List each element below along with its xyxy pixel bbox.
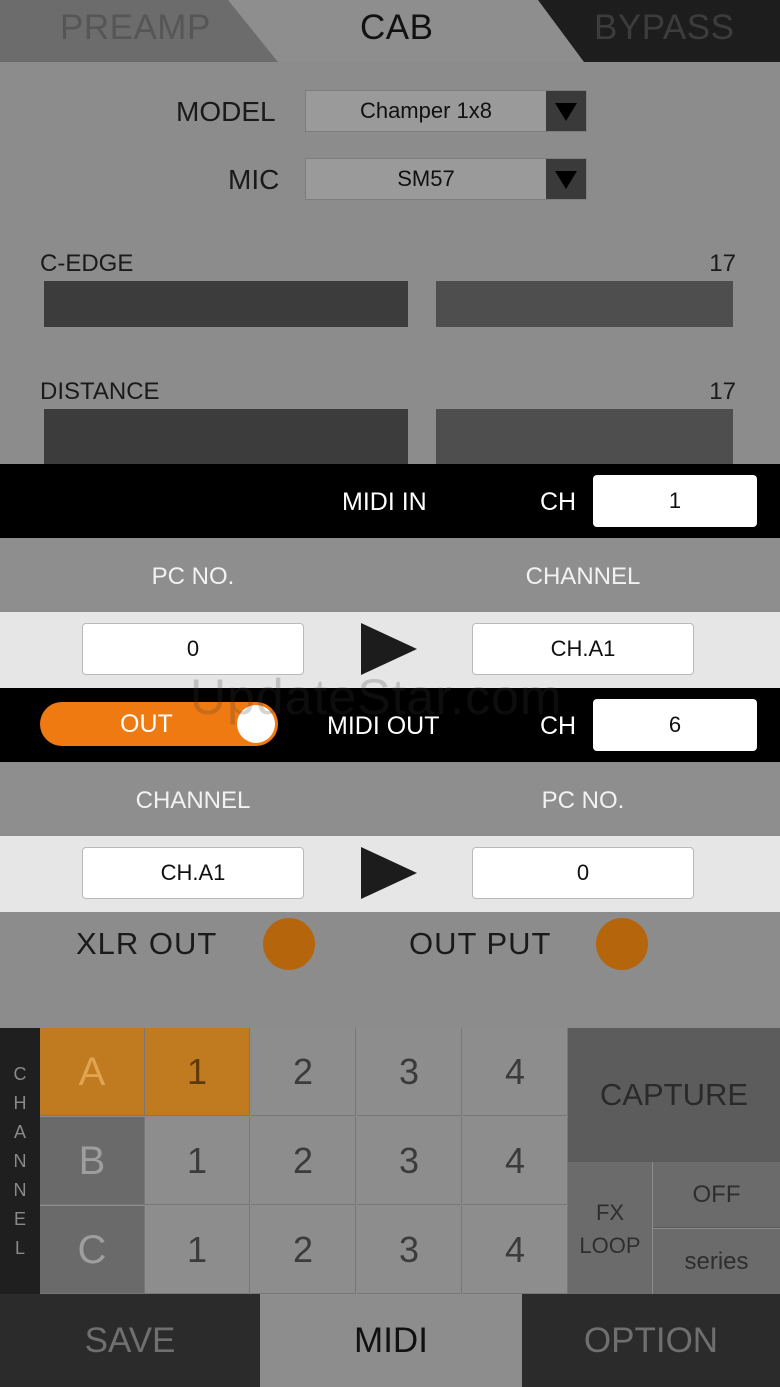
fx-loop-label-line1: FX bbox=[595, 1200, 625, 1225]
c-edge-slider-track-right[interactable] bbox=[436, 281, 733, 327]
channel-strip: C H A N N E L bbox=[0, 1028, 40, 1294]
tab-preamp-label[interactable]: PREAMP bbox=[60, 8, 211, 48]
channel-a4[interactable]: 4 bbox=[463, 1028, 568, 1116]
distance-slider-track-right[interactable] bbox=[436, 409, 733, 464]
fx-loop-label-line2: LOOP bbox=[579, 1233, 641, 1258]
model-label: MODEL bbox=[176, 96, 276, 127]
midi-in-pc-header: PC NO. bbox=[151, 563, 235, 590]
output-label: OUT PUT bbox=[409, 926, 552, 961]
c-edge-value: 17 bbox=[709, 250, 736, 277]
tab-cab-label[interactable]: CAB bbox=[360, 8, 433, 48]
distance-label: DISTANCE bbox=[40, 378, 160, 405]
mic-dropdown[interactable]: SM57 bbox=[305, 158, 587, 200]
midi-out-channel-input[interactable]: CH.A1 bbox=[82, 847, 304, 899]
channel-strip-letter: N bbox=[13, 1151, 27, 1171]
channel-bank-b[interactable]: B bbox=[40, 1117, 145, 1205]
midi-out-pc-header: PC NO. bbox=[541, 787, 625, 814]
play-arrow-icon bbox=[361, 847, 417, 899]
midi-in-ch-label: CH bbox=[540, 488, 577, 516]
channel-b1[interactable]: 1 bbox=[145, 1117, 250, 1205]
model-dropdown[interactable]: Champer 1x8 bbox=[305, 90, 587, 132]
channel-bank-a[interactable]: A bbox=[40, 1028, 145, 1116]
midi-out-pc-input[interactable]: 0 bbox=[472, 847, 694, 899]
nav-midi-button[interactable]: MIDI bbox=[260, 1294, 522, 1387]
nav-option-button[interactable]: OPTION bbox=[522, 1294, 780, 1387]
watermark: UpdateStar.com bbox=[190, 669, 563, 725]
channel-a3[interactable]: 3 bbox=[357, 1028, 462, 1116]
c-edge-slider-thumb[interactable] bbox=[408, 281, 436, 327]
midi-in-channel-header: CHANNEL bbox=[525, 563, 641, 590]
channel-c1[interactable]: 1 bbox=[145, 1206, 250, 1294]
midi-out-header: CHANNEL PC NO. bbox=[0, 762, 780, 838]
channel-strip-letter: N bbox=[13, 1180, 27, 1200]
mic-dropdown-value: SM57 bbox=[397, 166, 455, 191]
channel-strip-letter: H bbox=[13, 1093, 27, 1113]
c-edge-label: C-EDGE bbox=[40, 250, 134, 277]
capture-button[interactable]: CAPTURE bbox=[568, 1028, 780, 1162]
fx-loop-off-button[interactable]: OFF bbox=[653, 1162, 780, 1228]
chevron-down-icon[interactable] bbox=[546, 91, 586, 131]
nav-save-button[interactable]: SAVE bbox=[0, 1294, 260, 1387]
channel-strip-letter: L bbox=[14, 1238, 25, 1258]
distance-value: 17 bbox=[709, 378, 736, 405]
midi-in-bar: MIDI IN CH 1 bbox=[0, 464, 780, 538]
tab-bypass-label[interactable]: BYPASS bbox=[594, 8, 734, 48]
channel-strip-letter: A bbox=[13, 1122, 26, 1142]
fx-loop-label: FX LOOP bbox=[568, 1162, 652, 1294]
output-led[interactable] bbox=[596, 918, 648, 970]
channel-strip-letter: C bbox=[13, 1064, 27, 1084]
midi-out-toggle-label: OUT bbox=[120, 710, 173, 738]
midi-in-ch-input[interactable]: 1 bbox=[593, 475, 757, 527]
xlr-out-led[interactable] bbox=[263, 918, 315, 970]
fx-loop-series-button[interactable]: series bbox=[653, 1229, 780, 1294]
midi-out-channel-header: CHANNEL bbox=[135, 787, 251, 814]
chevron-down-icon[interactable] bbox=[546, 159, 586, 199]
top-tab-bar: PREAMP CAB BYPASS bbox=[0, 0, 780, 62]
channel-bank-c[interactable]: C bbox=[40, 1206, 145, 1294]
channel-c2[interactable]: 2 bbox=[251, 1206, 356, 1294]
c-edge-slider-track-left[interactable] bbox=[44, 281, 408, 327]
channel-strip-letter: E bbox=[13, 1209, 26, 1229]
channel-a2[interactable]: 2 bbox=[251, 1028, 356, 1116]
mic-label: MIC bbox=[228, 164, 280, 195]
xlr-out-label: XLR OUT bbox=[76, 926, 218, 961]
output-indicators: XLR OUT OUT PUT bbox=[0, 912, 780, 1028]
midi-in-header: PC NO. CHANNEL bbox=[0, 538, 780, 614]
channel-a1[interactable]: 1 bbox=[145, 1028, 250, 1116]
midi-in-title: MIDI IN bbox=[342, 488, 427, 516]
channel-c3[interactable]: 3 bbox=[357, 1206, 462, 1294]
channel-b3[interactable]: 3 bbox=[357, 1117, 462, 1205]
channel-c4[interactable]: 4 bbox=[463, 1206, 568, 1294]
midi-out-ch-input[interactable]: 6 bbox=[593, 699, 757, 751]
model-dropdown-value: Champer 1x8 bbox=[359, 98, 493, 123]
midi-out-values-row: CH.A1 0 bbox=[0, 836, 780, 912]
channel-b2[interactable]: 2 bbox=[251, 1117, 356, 1205]
distance-slider-thumb[interactable] bbox=[408, 409, 436, 464]
distance-slider-track-left[interactable] bbox=[44, 409, 408, 464]
channel-b4[interactable]: 4 bbox=[463, 1117, 568, 1205]
